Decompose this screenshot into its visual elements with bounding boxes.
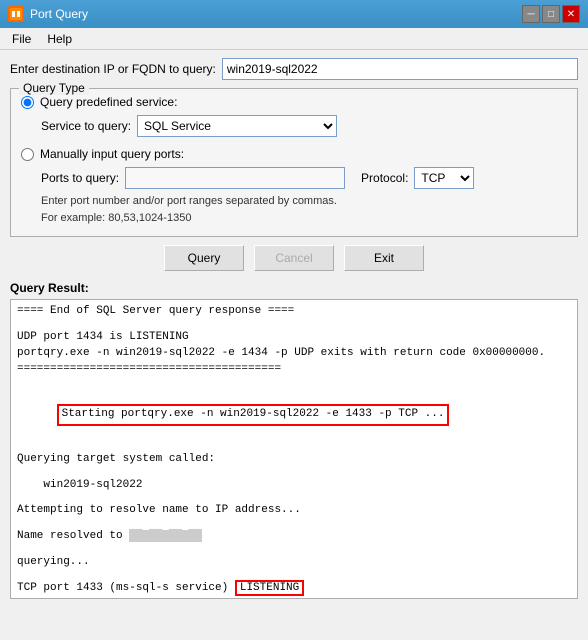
radio-manual-label[interactable]: Manually input query ports:: [40, 147, 184, 161]
minimize-button[interactable]: ─: [522, 5, 540, 23]
radio-predefined-label[interactable]: Query predefined service:: [40, 95, 177, 109]
service-row: Service to query: SQL Service DNS Servic…: [41, 115, 567, 137]
destination-input[interactable]: [222, 58, 578, 80]
radio-predefined[interactable]: [21, 96, 34, 109]
result-line-12: [17, 493, 571, 503]
radio-predefined-row: Query predefined service:: [21, 95, 567, 109]
service-label: Service to query:: [41, 119, 131, 133]
result-line-9: Querying target system called:: [17, 452, 571, 468]
menu-bar: File Help: [0, 28, 588, 50]
window-controls[interactable]: ─ □ ✕: [522, 5, 580, 23]
ports-label: Ports to query:: [41, 171, 119, 185]
result-line-15: Name resolved to ██ ██ ██ ██: [17, 529, 571, 545]
hint-line1: Enter port number and/or port ranges sep…: [41, 195, 337, 207]
ports-input[interactable]: [125, 167, 345, 189]
hint-line2: For example: 80,53,1024-1350: [41, 212, 191, 224]
highlight-portqry-start: Starting portqry.exe -n win2019-sql2022 …: [57, 404, 450, 426]
result-line-16: [17, 545, 571, 555]
result-line-6: [17, 378, 571, 388]
window-title: Port Query: [30, 7, 522, 21]
listening-badge: LISTENING: [235, 580, 304, 596]
query-button[interactable]: Query: [164, 245, 244, 271]
result-line-1: ==== End of SQL Server query response ==…: [17, 304, 571, 320]
result-label: Query Result:: [10, 281, 578, 295]
result-line-14: [17, 519, 571, 529]
title-bar: Port Query ─ □ ✕: [0, 0, 588, 28]
protocol-select[interactable]: TCP UDP Both: [414, 167, 474, 189]
destination-label: Enter destination IP or FQDN to query:: [10, 62, 216, 76]
result-line-5: ========================================: [17, 362, 571, 378]
menu-file[interactable]: File: [4, 30, 39, 48]
group-legend: Query Type: [19, 81, 89, 95]
main-content: Enter destination IP or FQDN to query: Q…: [0, 50, 588, 607]
result-area[interactable]: ==== End of SQL Server query response ==…: [10, 299, 578, 599]
result-line-17: querying...: [17, 555, 571, 571]
maximize-button[interactable]: □: [542, 5, 560, 23]
cancel-button[interactable]: Cancel: [254, 245, 334, 271]
result-line-11: win2019-sql2022: [17, 478, 571, 494]
result-line-3: UDP port 1434 is LISTENING: [17, 330, 571, 346]
result-line-2: [17, 320, 571, 330]
protocol-label: Protocol:: [361, 171, 408, 185]
query-type-group: Query Type Query predefined service: Ser…: [10, 88, 578, 237]
result-line-13: Attempting to resolve name to IP address…: [17, 503, 571, 519]
exit-button[interactable]: Exit: [344, 245, 424, 271]
radio-manual-row: Manually input query ports:: [21, 147, 567, 161]
result-line-7: Starting portqry.exe -n win2019-sql2022 …: [17, 388, 571, 442]
result-line-20: portqry.exe -n win2019-sql2022 -e 1433 -…: [17, 597, 571, 599]
radio-manual[interactable]: [21, 148, 34, 161]
destination-row: Enter destination IP or FQDN to query:: [10, 58, 578, 80]
result-line-10: [17, 468, 571, 478]
ports-row: Ports to query: Protocol: TCP UDP Both: [41, 167, 567, 189]
result-line-19: TCP port 1433 (ms-sql-s service) LISTENI…: [17, 581, 571, 597]
hint-text: Enter port number and/or port ranges sep…: [41, 193, 567, 226]
service-select[interactable]: SQL Service DNS Service FTP Service HTTP…: [137, 115, 337, 137]
menu-help[interactable]: Help: [39, 30, 80, 48]
button-row: Query Cancel Exit: [10, 245, 578, 271]
result-line-4: portqry.exe -n win2019-sql2022 -e 1434 -…: [17, 346, 571, 362]
result-line-8: [17, 442, 571, 452]
close-button[interactable]: ✕: [562, 5, 580, 23]
app-icon: [8, 6, 24, 22]
ip-redacted: ██ ██ ██ ██: [129, 530, 202, 542]
